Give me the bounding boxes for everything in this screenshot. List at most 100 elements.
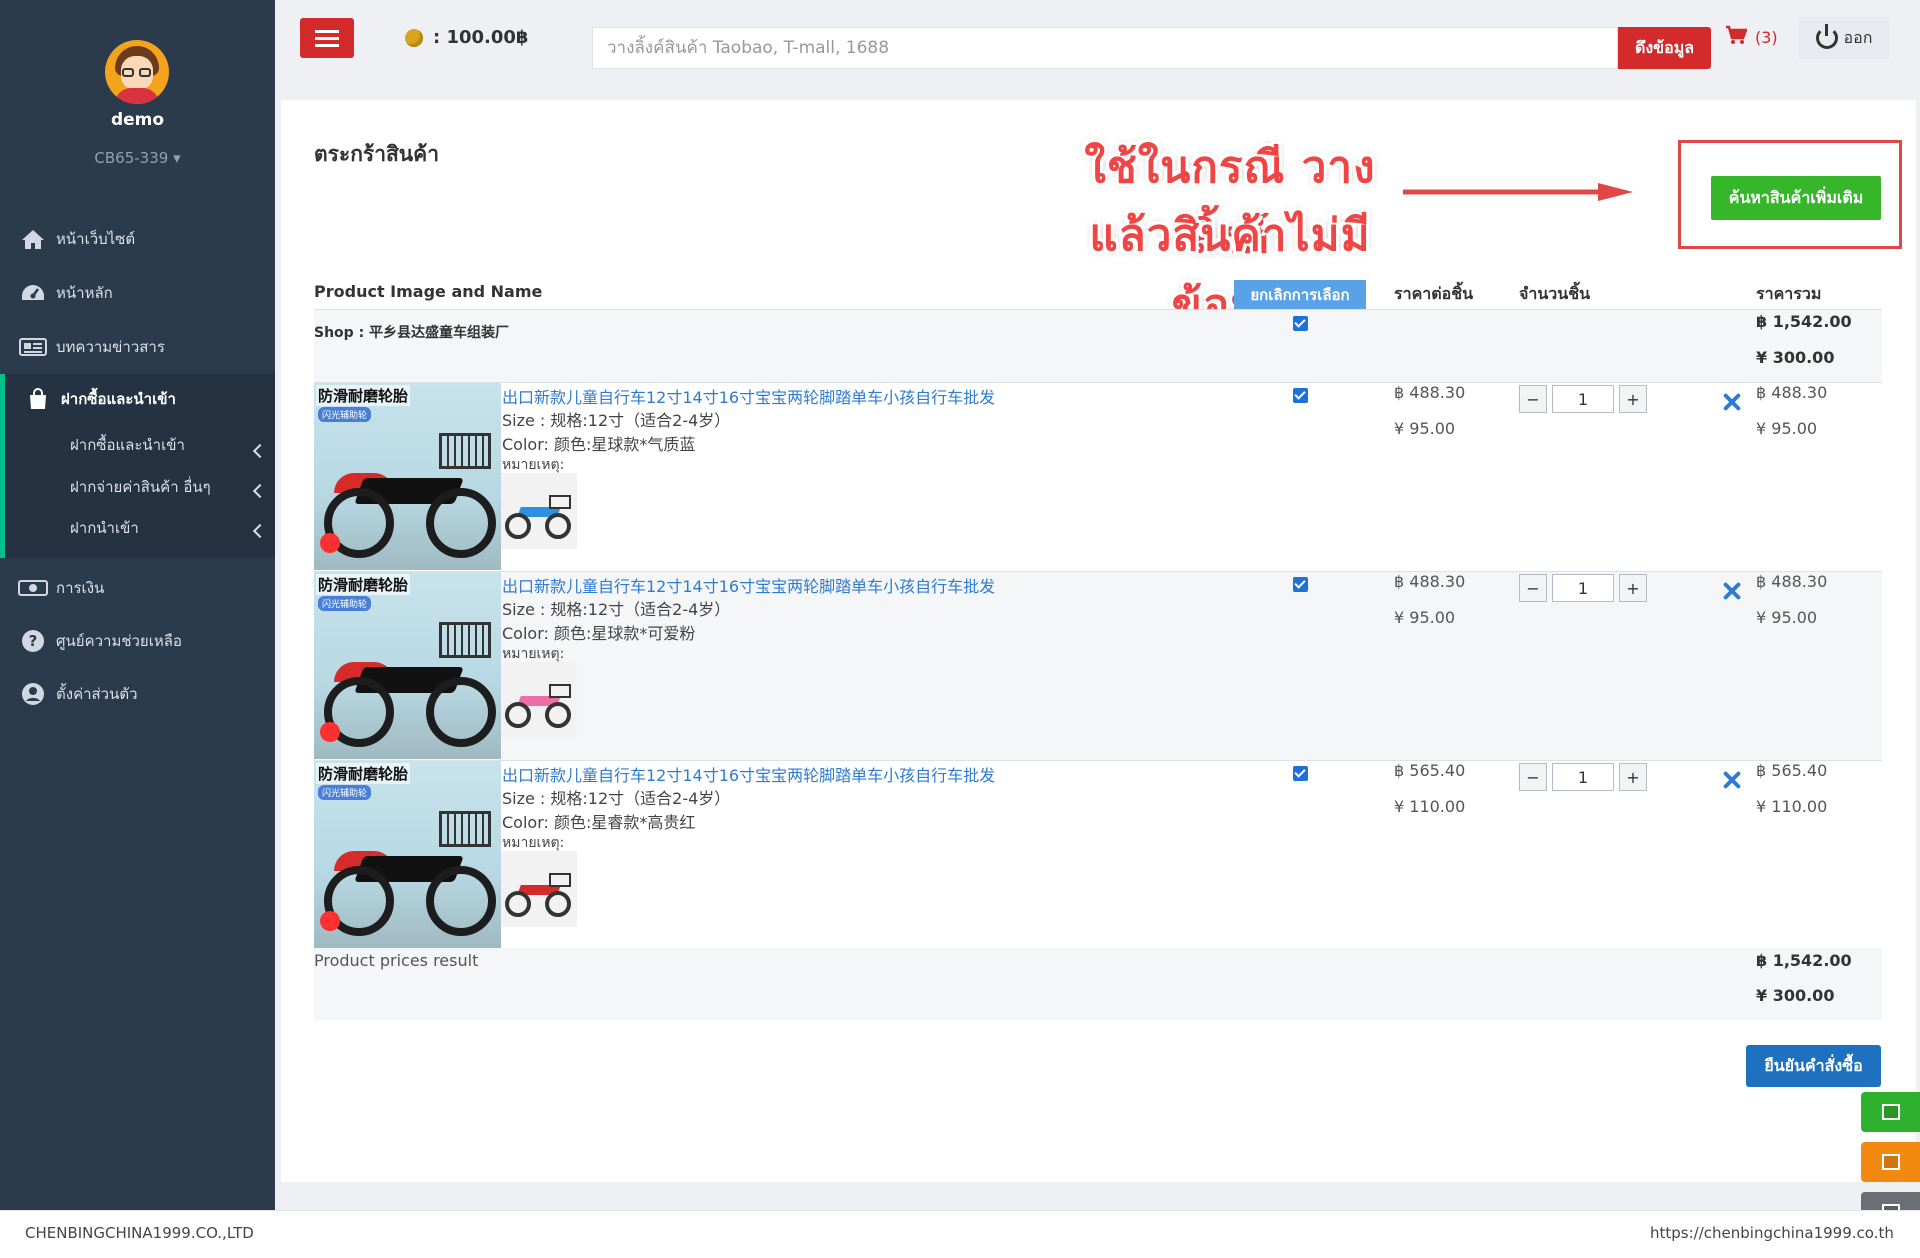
float-box-button[interactable] xyxy=(1861,1092,1920,1132)
svg-text:?: ? xyxy=(29,632,38,650)
cancel-selection-button[interactable]: ยกเลิกการเลือก xyxy=(1234,280,1366,310)
item-checkbox[interactable] xyxy=(1293,388,1308,403)
footer-url[interactable]: https://chenbingchina1999.co.th xyxy=(1650,1224,1894,1242)
annotation-arrow-icon xyxy=(1403,183,1633,201)
product-title-link[interactable]: 出口新款儿童自行车12寸14寸16寸宝宝两轮脚踏单车小孩自行车批发 xyxy=(502,384,995,408)
product-link-input[interactable] xyxy=(593,28,1617,68)
caret-down-icon: ▾ xyxy=(173,149,181,167)
unit-price-cny: ¥ 95.00 xyxy=(1394,419,1456,438)
cart-icon xyxy=(1725,25,1748,49)
nav-website[interactable]: หน้าเว็บไซต์ xyxy=(0,214,275,264)
user-avatar[interactable] xyxy=(105,40,169,104)
shop-checkbox[interactable] xyxy=(1293,316,1308,331)
unit-price-thb: ฿ 565.40 xyxy=(1394,761,1466,780)
submenu-item-purchase-import[interactable]: ฝากซื้อและนำเข้า xyxy=(70,433,185,457)
nav-settings[interactable]: ตั้งค่าส่วนตัว xyxy=(0,669,275,719)
item-checkbox[interactable] xyxy=(1293,577,1308,592)
summary-total-thb: ฿ 1,542.00 xyxy=(1756,951,1852,970)
dashboard-icon xyxy=(18,280,48,306)
product-size: Size : 规格:12寸（适合2-4岁） xyxy=(502,600,731,619)
product-size: Size : 规格:12寸（适合2-4岁） xyxy=(502,789,731,808)
page-title: ตระกร้าสินค้า xyxy=(314,142,439,166)
home-icon xyxy=(18,226,48,252)
menu-toggle-button[interactable] xyxy=(300,18,354,58)
product-color: Color: 颜色:星球款*气质蓝 xyxy=(502,435,696,454)
coin-icon xyxy=(405,28,423,47)
fetch-data-button[interactable]: ดึงข้อมูล xyxy=(1618,27,1711,69)
sidebar: demo CB65-339 ▾ หน้าเว็บไซต์ หน้าหลัก บท… xyxy=(0,0,275,1210)
header-total: ราคารวม xyxy=(1756,284,1822,303)
item-total-thb: ฿ 488.30 xyxy=(1756,383,1828,402)
submenu-item-import[interactable]: ฝากนำเข้า xyxy=(70,516,139,540)
nav-help-center[interactable]: ? ศูนย์ความช่วยเหลือ xyxy=(0,616,275,666)
header-quantity: จำนวนชิ้น xyxy=(1519,284,1591,303)
cart-count: (3) xyxy=(1755,27,1778,47)
header-unit-price: ราคาต่อชิ้น xyxy=(1394,284,1474,303)
product-image[interactable]: 防滑耐磨轮胎 闪光辅助轮 xyxy=(314,383,501,570)
money-icon xyxy=(18,575,48,601)
product-size: Size : 规格:12寸（适合2-4岁） xyxy=(502,411,731,430)
footer-company: CHENBINGCHINA1999.CO.,LTD xyxy=(25,1224,254,1242)
variant-thumbnail xyxy=(501,662,577,738)
qty-increase-button[interactable]: + xyxy=(1619,763,1647,791)
qty-increase-button[interactable]: + xyxy=(1619,574,1647,602)
shopping-bag-icon xyxy=(23,386,53,412)
submenu-purchase: ฝากซื้อและนำเข้า ฝากจ่ายค่าสินค้า อื่นๆ … xyxy=(0,420,275,558)
user-name: demo xyxy=(110,110,165,130)
cart-item-row: 防滑耐磨轮胎 闪光辅助轮 出口新款儿童自行车12寸14寸16寸宝宝两轮脚踏单车小… xyxy=(314,383,1882,572)
wallet-balance: : 100.00฿ xyxy=(405,27,528,48)
box-icon xyxy=(1881,1104,1900,1120)
product-title-link[interactable]: 出口新款儿童自行车12寸14寸16寸宝宝两轮脚踏单车小孩自行车批发 xyxy=(502,573,995,597)
remove-item-icon[interactable] xyxy=(1722,393,1740,411)
search-more-products-button[interactable]: ค้นหาสินค้าเพิ่มเติม xyxy=(1711,176,1881,220)
nav-news[interactable]: บทความข่าวสาร xyxy=(0,322,275,372)
product-image[interactable]: 防滑耐磨轮胎 闪光辅助轮 xyxy=(314,572,501,759)
qty-decrease-button[interactable]: − xyxy=(1519,763,1547,791)
variant-thumbnail xyxy=(501,851,577,927)
cart-link[interactable]: (3) xyxy=(1725,25,1778,49)
item-total-cny: ¥ 95.00 xyxy=(1756,608,1818,627)
item-total-thb: ฿ 488.30 xyxy=(1756,572,1828,591)
remove-item-icon[interactable] xyxy=(1722,582,1740,600)
qty-decrease-button[interactable]: − xyxy=(1519,385,1547,413)
qty-input[interactable] xyxy=(1552,574,1614,602)
power-icon xyxy=(1815,24,1838,49)
product-color: Color: 颜色:星睿款*高贵红 xyxy=(502,813,696,832)
product-title-link[interactable]: 出口新款儿童自行车12寸14寸16寸宝宝两轮脚踏单车小孩自行车批发 xyxy=(502,762,995,786)
newspaper-icon xyxy=(18,334,48,360)
unit-price-cny: ¥ 95.00 xyxy=(1394,608,1456,627)
chevron-left-icon[interactable] xyxy=(252,523,268,539)
submenu-item-pay-other[interactable]: ฝากจ่ายค่าสินค้า อื่นๆ xyxy=(70,475,211,499)
shop-name: Shop : 平乡县达盛童车组装厂 xyxy=(314,325,510,341)
remove-item-icon[interactable] xyxy=(1722,771,1740,789)
unit-price-thb: ฿ 488.30 xyxy=(1394,383,1466,402)
shop-row xyxy=(314,310,1882,382)
cart-item-row: 防滑耐磨轮胎 闪光辅助轮 出口新款儿童自行车12寸14寸16寸宝宝两轮脚踏单车小… xyxy=(314,572,1882,761)
question-icon: ? xyxy=(18,628,48,654)
search-box xyxy=(592,27,1618,69)
nav-finance[interactable]: การเงิน xyxy=(0,563,275,613)
variant-thumbnail xyxy=(501,473,577,549)
chevron-left-icon[interactable] xyxy=(252,443,268,459)
confirm-order-button[interactable]: ยืนยันคำสั่งซื้อ xyxy=(1746,1045,1881,1087)
product-color: Color: 颜色:星球款*可爱粉 xyxy=(502,624,696,643)
qty-input[interactable] xyxy=(1552,763,1614,791)
shop-total-cny: ¥ 300.00 xyxy=(1756,348,1835,367)
shop-total-thb: ฿ 1,542.00 xyxy=(1756,312,1852,331)
item-total-cny: ¥ 110.00 xyxy=(1756,797,1828,816)
logout-button[interactable]: ออก xyxy=(1798,17,1890,59)
qty-input[interactable] xyxy=(1552,385,1614,413)
qty-increase-button[interactable]: + xyxy=(1619,385,1647,413)
product-image[interactable]: 防滑耐磨轮胎 闪光辅助轮 xyxy=(314,761,501,948)
user-code-dropdown[interactable]: CB65-339 ▾ xyxy=(0,149,275,167)
nav-purchase-import[interactable]: ฝากซื้อและนำเข้า xyxy=(0,374,275,424)
item-checkbox[interactable] xyxy=(1293,766,1308,781)
nav-dashboard[interactable]: หน้าหลัก xyxy=(0,268,275,318)
footer xyxy=(0,1210,1920,1258)
qty-decrease-button[interactable]: − xyxy=(1519,574,1547,602)
summary-label: Product prices result xyxy=(314,951,479,970)
chevron-left-icon[interactable] xyxy=(252,483,268,499)
float-coin-button[interactable] xyxy=(1861,1142,1920,1182)
unit-price-thb: ฿ 488.30 xyxy=(1394,572,1466,591)
header-product: Product Image and Name xyxy=(314,282,543,301)
